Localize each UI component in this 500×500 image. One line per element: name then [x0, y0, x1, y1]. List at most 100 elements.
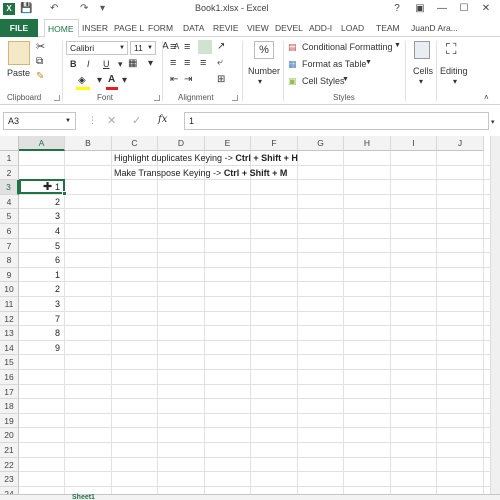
- format-painter-icon[interactable]: ✎: [36, 71, 44, 82]
- row-header-4[interactable]: 4: [0, 194, 19, 210]
- column-header-h[interactable]: H: [344, 136, 391, 151]
- user-account[interactable]: JuanD Ara...: [411, 19, 458, 37]
- column-header-i[interactable]: I: [391, 136, 437, 151]
- row-header-15[interactable]: 15: [0, 355, 19, 370]
- tab-home[interactable]: HOME: [44, 19, 79, 38]
- row-header-12[interactable]: 12: [0, 311, 19, 327]
- cell-a7[interactable]: 5: [19, 239, 63, 253]
- font-name-select[interactable]: Calibri ▼: [66, 41, 128, 55]
- cell-styles-icon[interactable]: ▣: [288, 76, 297, 87]
- insert-function-button[interactable]: fx: [158, 114, 167, 125]
- expand-formula-bar-icon[interactable]: ▾: [491, 118, 495, 126]
- cell-a4[interactable]: 2: [19, 195, 63, 209]
- borders-icon[interactable]: ▦: [128, 58, 137, 69]
- row-header-1[interactable]: 1: [0, 151, 19, 166]
- select-all-corner[interactable]: [0, 136, 19, 151]
- column-header-f[interactable]: F: [251, 136, 298, 151]
- column-header-e[interactable]: E: [205, 136, 251, 151]
- vertical-scrollbar[interactable]: [490, 136, 500, 494]
- align-bottom-icon[interactable]: [198, 40, 212, 54]
- row-header-13[interactable]: 13: [0, 326, 19, 341]
- tab-developer[interactable]: DEVEL: [272, 19, 306, 37]
- ribbon-display-icon[interactable]: ▣: [410, 2, 430, 16]
- collapse-ribbon-icon[interactable]: ˄: [484, 93, 489, 102]
- tab-team[interactable]: TEAM: [373, 19, 403, 37]
- underline-button[interactable]: U: [103, 59, 110, 69]
- row-header-24[interactable]: 24: [0, 486, 19, 494]
- font-color-dropdown-icon[interactable]: ▾: [122, 75, 127, 86]
- align-middle-icon[interactable]: ≡: [184, 41, 190, 53]
- cell-a5[interactable]: 3: [19, 209, 63, 223]
- align-top-icon[interactable]: ≡: [170, 41, 176, 53]
- cells-icon[interactable]: [414, 41, 430, 59]
- paste-icon[interactable]: [8, 41, 30, 65]
- close-button[interactable]: ✕: [476, 2, 496, 16]
- chevron-down-icon[interactable]: ▾: [258, 77, 262, 86]
- formula-input[interactable]: 1: [184, 112, 489, 130]
- save-icon[interactable]: 💾: [20, 2, 32, 16]
- format-as-table-icon[interactable]: ▦: [288, 59, 297, 70]
- conditional-formatting-button[interactable]: Conditional Formatting: [302, 42, 393, 52]
- borders-dropdown-icon[interactable]: ▾: [148, 58, 153, 69]
- customize-qat-icon[interactable]: ▾: [100, 2, 105, 16]
- wrap-text-icon[interactable]: ⤶: [217, 57, 223, 68]
- merge-center-icon[interactable]: ⊞: [217, 74, 225, 85]
- cancel-button[interactable]: ✕: [107, 114, 116, 127]
- sheet-tab[interactable]: Sheet1: [72, 494, 95, 500]
- tab-review[interactable]: REVIE: [210, 19, 242, 37]
- increase-indent-icon[interactable]: ⇥: [184, 74, 192, 85]
- tab-data[interactable]: DATA: [180, 19, 208, 37]
- number-button[interactable]: Number: [248, 66, 280, 76]
- editing-button[interactable]: Editing: [440, 66, 468, 76]
- align-right-icon[interactable]: ≡: [200, 57, 206, 69]
- tab-file[interactable]: FILE: [0, 19, 38, 37]
- column-header-g[interactable]: G: [298, 136, 344, 151]
- bold-button[interactable]: B: [70, 59, 77, 69]
- tab-page-layout[interactable]: PAGE L: [111, 19, 145, 37]
- tab-view[interactable]: VIEW: [244, 19, 272, 37]
- format-as-table-button[interactable]: Format as Table: [302, 59, 366, 69]
- underline-dropdown-icon[interactable]: ▾: [118, 59, 123, 70]
- fill-handle[interactable]: [62, 190, 67, 196]
- column-header-d[interactable]: D: [158, 136, 205, 151]
- italic-button[interactable]: I: [87, 59, 90, 69]
- chevron-down-icon[interactable]: ▾: [419, 77, 423, 86]
- row-header-19[interactable]: 19: [0, 413, 19, 429]
- cell-a8[interactable]: 6: [19, 253, 63, 267]
- row-header-20[interactable]: 20: [0, 428, 19, 443]
- copy-icon[interactable]: ⧉: [36, 56, 43, 67]
- row-header-5[interactable]: 5: [0, 209, 19, 224]
- row-header-10[interactable]: 10: [0, 282, 19, 297]
- font-color-icon[interactable]: A: [108, 74, 115, 85]
- cell-styles-button[interactable]: Cell Styles: [302, 76, 345, 86]
- conditional-formatting-icon[interactable]: ▤: [288, 42, 297, 53]
- row-header-3[interactable]: 3: [0, 180, 19, 195]
- active-cell-selection[interactable]: [19, 179, 65, 195]
- cell-c1[interactable]: Highlight duplicates Keying -> Ctrl + Sh…: [114, 151, 298, 165]
- fill-color-icon[interactable]: ◈: [78, 75, 86, 86]
- row-header-16[interactable]: 16: [0, 370, 19, 385]
- row-header-6[interactable]: 6: [0, 224, 19, 239]
- row-header-18[interactable]: 18: [0, 399, 19, 414]
- restore-button[interactable]: ☐: [454, 2, 474, 16]
- row-header-2[interactable]: 2: [0, 165, 19, 181]
- undo-icon[interactable]: ↶: [50, 2, 58, 16]
- fill-color-dropdown-icon[interactable]: ▾: [97, 75, 102, 86]
- paste-button[interactable]: Paste: [7, 68, 30, 78]
- cell-a9[interactable]: 1: [19, 268, 63, 282]
- row-header-23[interactable]: 23: [0, 472, 19, 487]
- chevron-down-icon[interactable]: ▾: [453, 77, 457, 86]
- orientation-icon[interactable]: ↗: [217, 41, 225, 52]
- cell-a11[interactable]: 3: [19, 297, 63, 311]
- cells-button[interactable]: Cells: [413, 66, 433, 76]
- alignment-launcher-icon[interactable]: [232, 95, 238, 101]
- row-header-7[interactable]: 7: [0, 238, 19, 254]
- binoculars-icon[interactable]: ⛶: [446, 41, 457, 58]
- tab-insert[interactable]: INSER: [79, 19, 109, 37]
- font-launcher-icon[interactable]: [154, 95, 160, 101]
- row-header-14[interactable]: 14: [0, 340, 19, 356]
- row-header-22[interactable]: 22: [0, 457, 19, 473]
- row-header-9[interactable]: 9: [0, 267, 19, 283]
- column-header-a[interactable]: A: [19, 136, 65, 151]
- minimize-button[interactable]: —: [432, 2, 452, 16]
